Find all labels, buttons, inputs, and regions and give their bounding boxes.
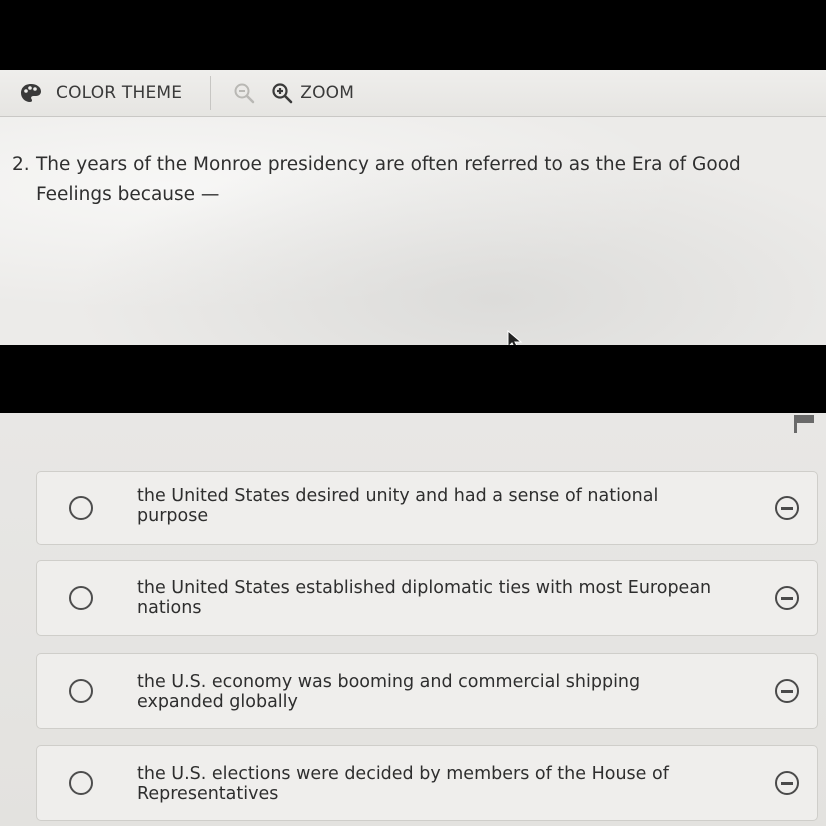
zoom-label: ZOOM <box>300 83 355 103</box>
palette-icon <box>20 83 42 103</box>
toolbar: COLOR THEME ZOOM <box>0 70 826 117</box>
middle-black-band <box>0 345 826 413</box>
answer-option[interactable]: the United States desired unity and had … <box>36 471 818 545</box>
eliminate-icon[interactable] <box>775 679 799 703</box>
eliminate-icon[interactable] <box>775 771 799 795</box>
answer-text: the U.S. elections were decided by membe… <box>137 764 669 804</box>
answer-option[interactable]: the United States established diplomatic… <box>36 560 818 636</box>
answer-text: the United States established diplomatic… <box>137 578 712 618</box>
zoom-out-button[interactable] <box>233 70 255 116</box>
eliminate-icon[interactable] <box>775 496 799 520</box>
answer-text: the United States desired unity and had … <box>137 486 659 526</box>
question-stem: 2. The years of the Monroe presidency ar… <box>12 150 822 210</box>
color-theme-button[interactable]: COLOR THEME <box>20 70 182 116</box>
answer-option[interactable]: the U.S. economy was booming and commerc… <box>36 653 818 729</box>
answer-option[interactable]: the U.S. elections were decided by membe… <box>36 745 818 821</box>
question-number: 2. <box>12 154 30 175</box>
answer-text: the U.S. economy was booming and commerc… <box>137 672 641 712</box>
zoom-out-icon <box>233 82 255 104</box>
question-panel: 2. The years of the Monroe presidency ar… <box>0 117 826 345</box>
zoom-in-icon <box>271 82 293 104</box>
question-text: The years of the Monroe presidency are o… <box>36 154 741 205</box>
radio-icon[interactable] <box>69 771 93 795</box>
flag-icon[interactable] <box>794 415 816 437</box>
zoom-in-button[interactable]: ZOOM <box>271 70 354 116</box>
toolbar-divider <box>210 76 212 110</box>
answers-panel: the United States desired unity and had … <box>0 413 826 826</box>
radio-icon[interactable] <box>69 679 93 703</box>
top-black-band <box>0 0 826 70</box>
eliminate-icon[interactable] <box>775 586 799 610</box>
radio-icon[interactable] <box>69 496 93 520</box>
radio-icon[interactable] <box>69 586 93 610</box>
color-theme-label: COLOR THEME <box>56 83 183 103</box>
